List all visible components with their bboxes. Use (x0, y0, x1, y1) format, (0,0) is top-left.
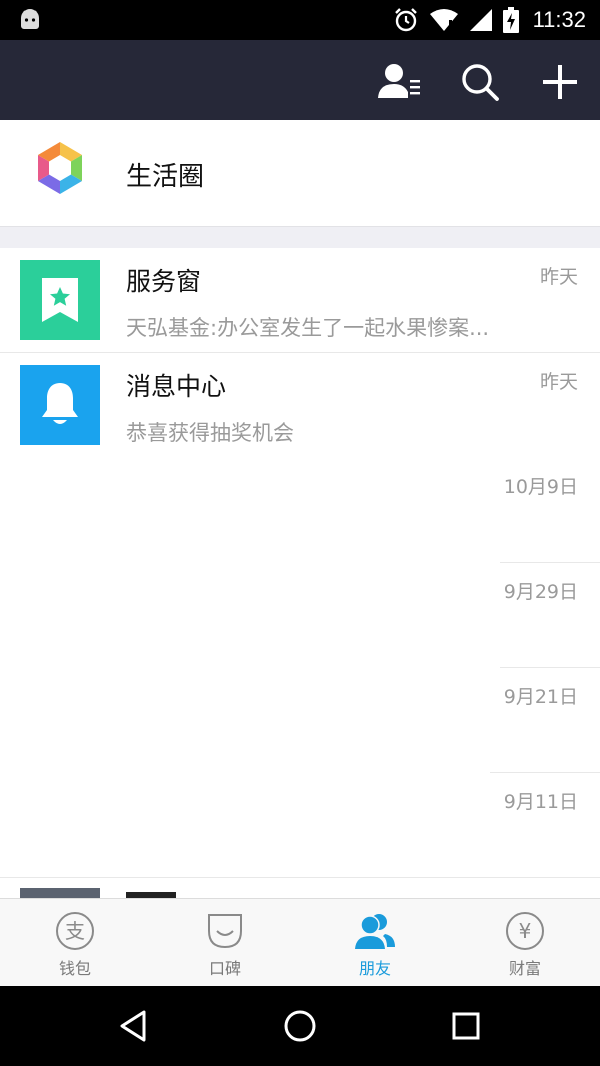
svg-text:支: 支 (65, 919, 85, 943)
search-button[interactable] (458, 60, 502, 104)
wifi-icon (429, 9, 458, 31)
tab-wealth[interactable]: ¥ 财富 (450, 899, 600, 987)
bell-icon (20, 365, 100, 445)
status-time: 11:32 (532, 7, 586, 32)
signal-icon (469, 9, 492, 31)
system-nav-bar (0, 986, 600, 1066)
tab-label: 口碑 (208, 959, 241, 978)
contacts-icon (378, 64, 420, 98)
contacts-button[interactable] (378, 60, 422, 104)
row-divider (0, 877, 600, 878)
conversation-message-center[interactable]: 消息中心 恭喜获得抽奖机会 昨天 (0, 353, 600, 458)
conversation-preview: 恭喜获得抽奖机会 (126, 421, 294, 445)
partial-row-thumbnail (20, 888, 100, 898)
conversation-item[interactable]: 10月9日 (0, 458, 600, 563)
home-icon[interactable] (280, 1006, 320, 1046)
tab-wallet[interactable]: 支 钱包 (0, 899, 150, 987)
tab-label: 钱包 (58, 959, 91, 978)
conversation-service-window[interactable]: 服务窗 天弘基金:办公室发生了一起水果惨案... 昨天 (0, 248, 600, 353)
back-icon[interactable] (114, 1006, 154, 1046)
conversation-preview: 天弘基金:办公室发生了一起水果惨案... (126, 316, 490, 340)
conversation-item[interactable]: 9月29日 (0, 563, 600, 668)
conversation-item[interactable]: 9月11日 (0, 773, 600, 878)
service-window-icon (20, 260, 100, 340)
conversation-time: 昨天 (539, 371, 578, 393)
conversation-title: 服务窗 (126, 267, 202, 296)
add-icon (543, 65, 577, 99)
conversation-time: 昨天 (539, 266, 578, 288)
conversation-item[interactable]: 9月21日 (0, 668, 600, 773)
svg-text:¥: ¥ (519, 919, 532, 943)
conversation-time: 10月9日 (503, 476, 578, 498)
conversation-time: 9月11日 (503, 791, 578, 813)
tab-friends[interactable]: 朋友 (300, 899, 450, 987)
conversation-title: 消息中心 (126, 372, 227, 401)
tab-label: 朋友 (358, 959, 391, 978)
bottom-tab-bar: 支 钱包 口碑 朋友 ¥ 财富 (0, 898, 600, 987)
recents-icon[interactable] (446, 1006, 486, 1046)
tab-label: 财富 (508, 959, 541, 978)
wallet-icon: 支 (56, 912, 94, 950)
tab-koubei[interactable]: 口碑 (150, 899, 300, 987)
life-circle-label: 生活圈 (126, 162, 205, 192)
status-bar: 11:32 (0, 0, 600, 40)
add-button[interactable] (538, 60, 582, 104)
top-toolbar (0, 40, 600, 120)
life-circle-icon (38, 142, 82, 194)
wealth-icon: ¥ (506, 912, 544, 950)
friends-icon (355, 914, 395, 949)
conversation-time: 9月29日 (503, 581, 578, 603)
conversation-time: 9月21日 (503, 686, 578, 708)
alarm-icon (394, 8, 417, 32)
search-icon (462, 64, 499, 101)
koubei-icon (208, 914, 242, 949)
battery-charging-icon (502, 7, 519, 33)
android-icon (21, 9, 39, 29)
life-circle-entry[interactable]: 生活圈 (0, 120, 600, 226)
section-divider (0, 226, 600, 249)
